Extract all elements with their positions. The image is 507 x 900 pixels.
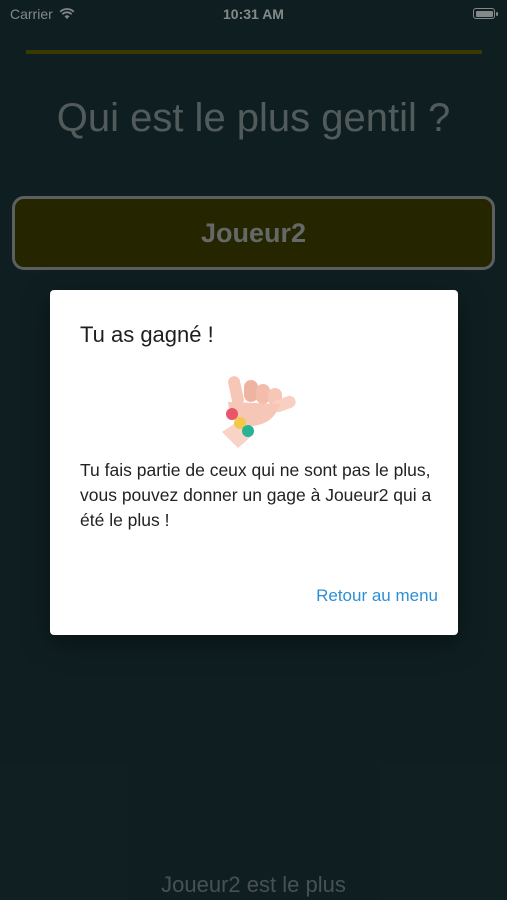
dialog-title: Tu as gagné ! (80, 322, 214, 347)
dialog-message: Tu fais partie de ceux qui ne sont pas l… (80, 460, 432, 530)
hand-with-bracelet-icon (222, 376, 296, 448)
back-to-menu-button[interactable]: Retour au menu (316, 586, 438, 606)
result-dialog: Tu as gagné ! Tu fais partie de ceux qui… (50, 290, 458, 635)
